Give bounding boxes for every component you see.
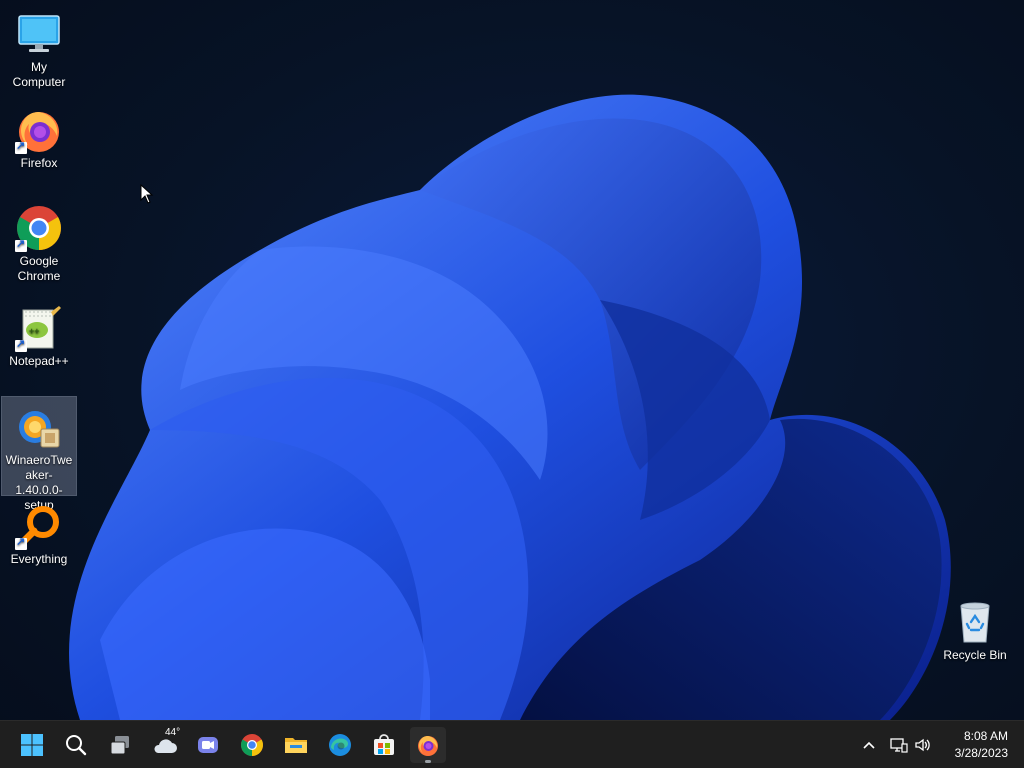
- everything-icon: [15, 502, 63, 550]
- shortcut-arrow-icon: [15, 535, 27, 550]
- start-button[interactable]: [14, 727, 50, 763]
- weather-widget-button[interactable]: 44°: [146, 727, 182, 763]
- start-icon: [21, 734, 43, 756]
- edge-icon: [329, 734, 351, 756]
- svg-text:++: ++: [29, 326, 40, 336]
- taskbar-chrome-button[interactable]: [234, 727, 270, 763]
- clock-time: 8:08 AM: [963, 729, 1008, 743]
- desktop-icon-label: Notepad++: [9, 354, 69, 368]
- task-view-icon: [110, 736, 129, 755]
- search-icon: [66, 735, 87, 756]
- shortcut-arrow-icon: [15, 237, 27, 252]
- network-icon: [890, 738, 908, 753]
- network-volume-button[interactable]: [886, 727, 936, 763]
- search-button[interactable]: [58, 727, 94, 763]
- taskbar-store-button[interactable]: [366, 727, 402, 763]
- volume-icon: [915, 738, 930, 752]
- teams-chat-button[interactable]: [190, 727, 226, 763]
- desktop-icon-notepadpp[interactable]: ++ Notepad++: [2, 298, 76, 371]
- notepadpp-icon: ++: [15, 304, 63, 352]
- file-explorer-icon: [285, 738, 307, 753]
- chevron-up-icon: [863, 741, 875, 749]
- taskbar-file-explorer-button[interactable]: [278, 727, 314, 763]
- chrome-icon: [241, 734, 263, 756]
- desktop-icon-recycle-bin[interactable]: Recycle Bin: [938, 592, 1012, 665]
- taskbar: 44° 8:08 AM 3/28/2023: [0, 720, 1024, 768]
- running-indicator: [425, 760, 431, 763]
- taskbar-edge-button[interactable]: [322, 727, 358, 763]
- desktop-icon-winaerotweaker-setup[interactable]: WinaeroTweaker-1.40.0.0-setup: [1, 396, 77, 512]
- store-icon: [374, 734, 394, 755]
- firefox-icon: [418, 736, 438, 756]
- shortcut-arrow-icon: [15, 139, 27, 154]
- show-hidden-icons-button[interactable]: [856, 727, 882, 763]
- desktop-icon-label: Recycle Bin: [943, 648, 1007, 662]
- desktop-icon-my-computer[interactable]: My Computer: [2, 4, 76, 92]
- mouse-cursor-icon: [140, 184, 154, 204]
- desktop-icon-label: My Computer: [12, 60, 66, 89]
- teams-chat-icon: [198, 737, 218, 753]
- monitor-icon: [15, 10, 63, 58]
- weather-temperature: 44°: [165, 727, 181, 738]
- clock-date-button[interactable]: 8:08 AM 3/28/2023: [942, 727, 1014, 763]
- desktop-icon-google-chrome[interactable]: Google Chrome: [2, 198, 76, 286]
- desktop-icon-everything[interactable]: Everything: [2, 496, 76, 569]
- desktop-icon-label: Google Chrome: [17, 254, 61, 283]
- firefox-icon: [15, 106, 63, 154]
- taskbar-firefox-button[interactable]: [410, 727, 446, 763]
- installer-icon: [15, 403, 63, 451]
- chrome-icon: [15, 204, 63, 252]
- desktop-icon-label: Everything: [10, 552, 68, 566]
- desktop-wallpaper: [69, 94, 951, 720]
- recycle-bin-icon: [951, 598, 999, 646]
- task-view-button[interactable]: [102, 727, 138, 763]
- desktop-icon-firefox[interactable]: Firefox: [2, 100, 76, 173]
- desktop-icon-label: Firefox: [20, 156, 58, 170]
- shortcut-arrow-icon: [15, 337, 27, 352]
- clock-date: 3/28/2023: [954, 746, 1008, 760]
